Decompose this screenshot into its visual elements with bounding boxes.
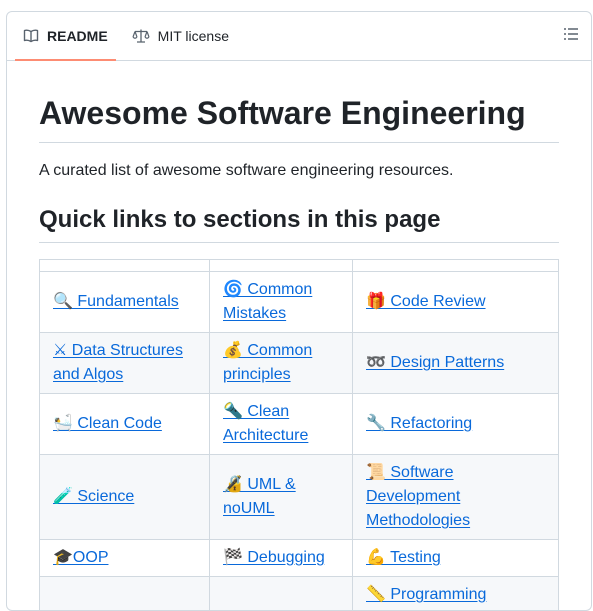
table-header-row: [40, 260, 559, 272]
link-oop[interactable]: 🎓OOP: [53, 549, 108, 566]
tab-license[interactable]: MIT license: [124, 12, 237, 60]
table-cell: 🔍 Fundamentals: [40, 272, 210, 333]
link-methodologies[interactable]: 📜 Software Development Methodologies: [366, 464, 470, 529]
table-cell: 🏁 Debugging: [210, 540, 353, 577]
link-uml[interactable]: 🔏 UML & noUML: [223, 476, 296, 517]
table-cell: 🔧 Refactoring: [353, 394, 559, 455]
page-description: A curated list of awesome software engin…: [39, 159, 559, 183]
readme-tabbar: README MIT license: [7, 12, 591, 61]
quick-links-table: 🔍 Fundamentals 🌀 Common Mistakes 🎁 Code …: [39, 259, 559, 611]
tab-readme[interactable]: README: [15, 12, 116, 60]
list-icon: [563, 26, 579, 47]
page-title: Awesome Software Engineering: [39, 93, 559, 143]
table-row: 🔍 Fundamentals 🌀 Common Mistakes 🎁 Code …: [40, 272, 559, 333]
book-icon: [23, 28, 39, 44]
link-debugging[interactable]: 🏁 Debugging: [223, 549, 325, 566]
table-cell: 💪 Testing: [353, 540, 559, 577]
table-cell: ➿ Design Patterns: [353, 333, 559, 394]
table-row: 🧪 Science 🔏 UML & noUML 📜 Software Devel…: [40, 455, 559, 540]
table-header-cell: [210, 260, 353, 272]
table-cell: [40, 577, 210, 611]
table-cell: ⚔ Data Structures and Algos: [40, 333, 210, 394]
table-cell: 🛀 Clean Code: [40, 394, 210, 455]
table-row: 🎓OOP 🏁 Debugging 💪 Testing: [40, 540, 559, 577]
link-fundamentals[interactable]: 🔍 Fundamentals: [53, 293, 179, 310]
link-code-review[interactable]: 🎁 Code Review: [366, 293, 486, 310]
scale-icon: [132, 28, 150, 44]
table-row: 🛀 Clean Code 🔦 Clean Architecture 🔧 Refa…: [40, 394, 559, 455]
link-clean-architecture[interactable]: 🔦 Clean Architecture: [223, 403, 308, 444]
table-row: 📏 Programming: [40, 577, 559, 611]
outline-button[interactable]: [561, 26, 581, 46]
link-common-mistakes[interactable]: 🌀 Common Mistakes: [223, 281, 312, 322]
table-cell: 📏 Programming: [353, 577, 559, 611]
link-testing[interactable]: 💪 Testing: [366, 549, 441, 566]
link-science[interactable]: 🧪 Science: [53, 488, 134, 505]
table-cell: 🌀 Common Mistakes: [210, 272, 353, 333]
table-cell: 🎓OOP: [40, 540, 210, 577]
readme-content: Awesome Software Engineering A curated l…: [7, 93, 591, 611]
table-cell: 💰 Common principles: [210, 333, 353, 394]
link-clean-code[interactable]: 🛀 Clean Code: [53, 415, 162, 432]
link-design-patterns[interactable]: ➿ Design Patterns: [366, 354, 504, 371]
table-cell: 📜 Software Development Methodologies: [353, 455, 559, 540]
link-common-principles[interactable]: 💰 Common principles: [223, 342, 312, 383]
table-cell: [210, 577, 353, 611]
table-row: ⚔ Data Structures and Algos 💰 Common pri…: [40, 333, 559, 394]
table-cell: 🔏 UML & noUML: [210, 455, 353, 540]
table-header-cell: [353, 260, 559, 272]
readme-panel: README MIT license: [6, 11, 592, 611]
table-cell: 🧪 Science: [40, 455, 210, 540]
link-programming[interactable]: 📏 Programming: [366, 586, 486, 603]
table-header-cell: [40, 260, 210, 272]
tab-license-label: MIT license: [158, 28, 229, 44]
link-data-structures[interactable]: ⚔ Data Structures and Algos: [53, 342, 183, 383]
section-heading: Quick links to sections in this page: [39, 205, 559, 243]
table-cell: 🔦 Clean Architecture: [210, 394, 353, 455]
tab-readme-label: README: [47, 28, 108, 44]
link-refactoring[interactable]: 🔧 Refactoring: [366, 415, 472, 432]
table-cell: 🎁 Code Review: [353, 272, 559, 333]
